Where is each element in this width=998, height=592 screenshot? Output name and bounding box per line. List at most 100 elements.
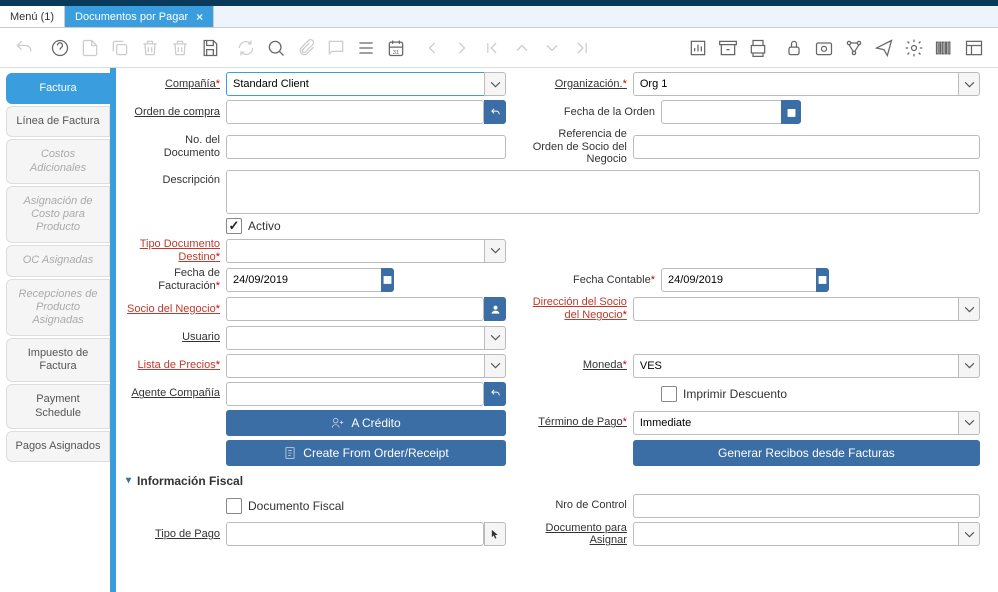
- send-icon[interactable]: [870, 34, 898, 62]
- label-ordencompra[interactable]: Orden de compra: [126, 106, 226, 119]
- listaprecios-dropdown[interactable]: [484, 354, 506, 378]
- moneda-field[interactable]: [633, 354, 958, 378]
- usuario-field[interactable]: [226, 326, 484, 350]
- label-fechaorden: Fecha de la Orden: [531, 106, 661, 119]
- up-icon[interactable]: [508, 34, 536, 62]
- usuario-dropdown[interactable]: [484, 326, 506, 350]
- socio-browse[interactable]: [484, 297, 506, 321]
- sidetab-oc[interactable]: OC Asignadas: [6, 245, 110, 276]
- report-icon[interactable]: [684, 34, 712, 62]
- down-icon[interactable]: [538, 34, 566, 62]
- label-tipopago[interactable]: Tipo de Pago: [126, 528, 226, 541]
- organizacion-field[interactable]: [633, 72, 958, 96]
- undo-icon[interactable]: [10, 34, 38, 62]
- fechaorden-cal[interactable]: [781, 100, 801, 124]
- fechacont-cal[interactable]: [816, 268, 829, 292]
- listaprecios-field[interactable]: [226, 354, 484, 378]
- compania-field[interactable]: [226, 72, 484, 96]
- compania-dropdown[interactable]: [484, 72, 506, 96]
- termino-dropdown[interactable]: [958, 411, 980, 435]
- docasignar-field[interactable]: [633, 522, 958, 546]
- unchecked-icon: [226, 498, 242, 514]
- gear-icon[interactable]: [900, 34, 928, 62]
- help-icon[interactable]: [46, 34, 74, 62]
- label-organizacion[interactable]: Organización.: [531, 78, 633, 91]
- label-dirsocio[interactable]: Dirección del Socio del Negocio: [531, 296, 633, 321]
- sidetab-linea[interactable]: Línea de Factura: [6, 106, 110, 137]
- label-termino[interactable]: Término de Pago: [531, 416, 633, 429]
- refresh-icon[interactable]: [232, 34, 260, 62]
- sidetab-pagos[interactable]: Pagos Asignados: [6, 431, 110, 462]
- ordencompra-go[interactable]: [484, 100, 506, 124]
- sidetab-costos[interactable]: Costos Adicionales: [6, 139, 110, 183]
- fechafact-field[interactable]: [226, 268, 381, 292]
- agente-field[interactable]: [226, 382, 484, 406]
- socio-field[interactable]: [226, 297, 484, 321]
- dirsocio-field[interactable]: [633, 297, 958, 321]
- docasignar-dropdown[interactable]: [958, 522, 980, 546]
- descripcion-field[interactable]: [226, 170, 980, 214]
- next-icon[interactable]: [448, 34, 476, 62]
- last-icon[interactable]: [568, 34, 596, 62]
- print-icon[interactable]: [744, 34, 772, 62]
- nrocontrol-field[interactable]: [633, 494, 980, 518]
- tipopago-field[interactable]: [226, 522, 484, 546]
- delete2-icon[interactable]: [166, 34, 194, 62]
- sidetab-factura[interactable]: Factura: [6, 73, 110, 104]
- refsocio-field[interactable]: [633, 135, 980, 159]
- archive-icon[interactable]: [714, 34, 742, 62]
- delete-icon[interactable]: [136, 34, 164, 62]
- imprimir-checkbox[interactable]: Imprimir Descuento: [661, 386, 787, 402]
- docfiscal-checkbox[interactable]: Documento Fiscal: [226, 498, 344, 514]
- fechacont-field[interactable]: [661, 268, 816, 292]
- close-icon[interactable]: ×: [196, 10, 203, 24]
- sidetab-payment[interactable]: Payment Schedule: [6, 384, 110, 428]
- list-icon[interactable]: [352, 34, 380, 62]
- tipodoc-field[interactable]: [226, 239, 484, 263]
- label-listaprecios[interactable]: Lista de Precios: [126, 359, 226, 372]
- calendar-icon[interactable]: 31: [382, 34, 410, 62]
- search-icon[interactable]: [262, 34, 290, 62]
- label-docasignar[interactable]: Documento para Asignar: [531, 522, 633, 547]
- label-agente[interactable]: Agente Compañía: [126, 387, 226, 400]
- sidetab-recep[interactable]: Recepciones de Producto Asignadas: [6, 279, 110, 337]
- barcode-icon[interactable]: [930, 34, 958, 62]
- label-usuario[interactable]: Usuario: [126, 331, 226, 344]
- nodoc-field[interactable]: [226, 135, 506, 159]
- label-socio[interactable]: Socio del Negocio: [126, 303, 226, 316]
- sidetab-asigcosto[interactable]: Asignación de Costo para Producto: [6, 186, 110, 244]
- workflow-icon[interactable]: [840, 34, 868, 62]
- tab-menu[interactable]: Menú (1): [0, 6, 65, 27]
- copy-icon[interactable]: [106, 34, 134, 62]
- save-icon[interactable]: [196, 34, 224, 62]
- prev-icon[interactable]: [418, 34, 446, 62]
- tipodoc-dropdown[interactable]: [484, 239, 506, 263]
- generar-button[interactable]: Generar Recibos desde Facturas: [633, 440, 980, 466]
- moneda-dropdown[interactable]: [958, 354, 980, 378]
- attach-icon[interactable]: [292, 34, 320, 62]
- sidetab-impuesto[interactable]: Impuesto de Factura: [6, 338, 110, 382]
- label-nrocontrol: Nro de Control: [531, 499, 633, 512]
- customize-icon[interactable]: [960, 34, 988, 62]
- activo-checkbox[interactable]: Activo: [226, 218, 281, 234]
- new-icon[interactable]: [76, 34, 104, 62]
- acredito-button[interactable]: A Crédito: [226, 410, 506, 436]
- tipopago-cursor[interactable]: [484, 522, 506, 546]
- createfrom-button[interactable]: Create From Order/Receipt: [226, 440, 506, 466]
- agente-go[interactable]: [484, 382, 506, 406]
- group-infofiscal[interactable]: ▾Información Fiscal: [126, 474, 980, 488]
- first-icon[interactable]: [478, 34, 506, 62]
- dirsocio-dropdown[interactable]: [958, 297, 980, 321]
- fechaorden-field[interactable]: [661, 100, 781, 124]
- chat-icon[interactable]: [322, 34, 350, 62]
- lock-icon[interactable]: [780, 34, 808, 62]
- label-tipodoc[interactable]: Tipo Documento Destino: [126, 238, 226, 263]
- label-moneda[interactable]: Moneda: [531, 359, 633, 372]
- tab-documentos[interactable]: Documentos por Pagar ×: [65, 6, 214, 27]
- zoom-icon[interactable]: [810, 34, 838, 62]
- termino-field[interactable]: [633, 411, 958, 435]
- fechafact-cal[interactable]: [381, 268, 394, 292]
- organizacion-dropdown[interactable]: [958, 72, 980, 96]
- label-compania[interactable]: Compañía: [126, 78, 226, 91]
- ordencompra-field[interactable]: [226, 100, 484, 124]
